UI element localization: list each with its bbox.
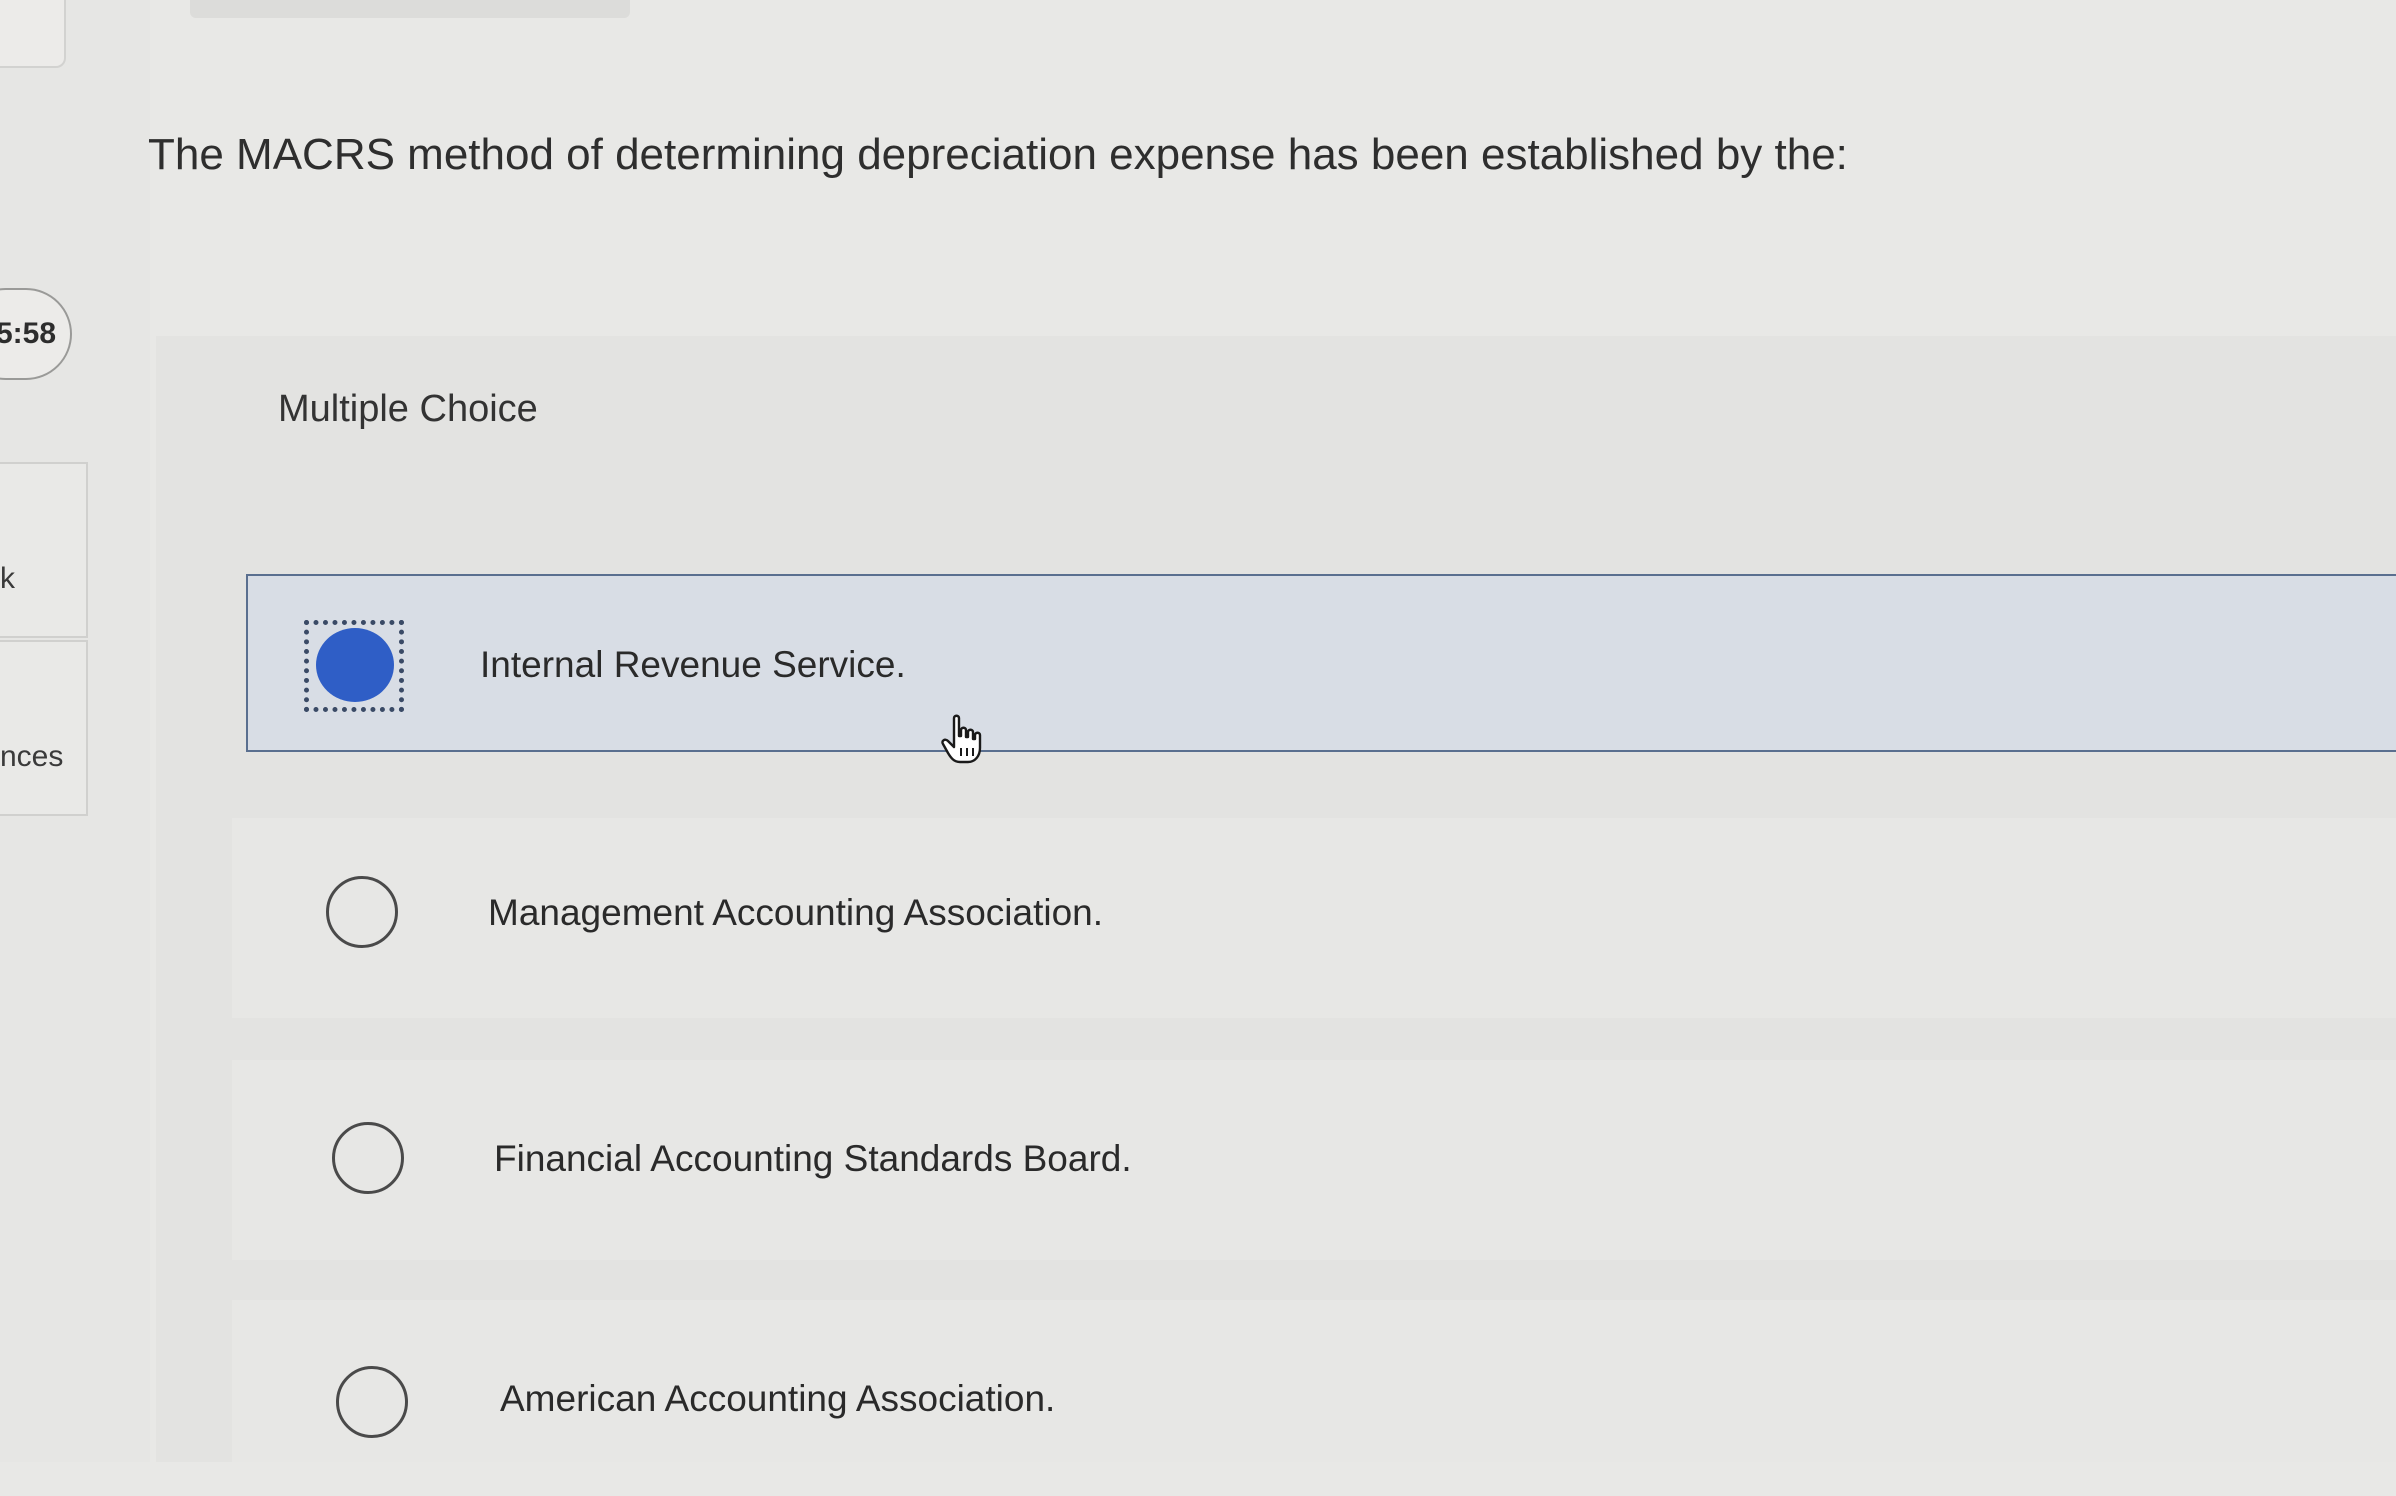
radio-button[interactable]: [336, 1366, 408, 1438]
radio-button[interactable]: [332, 1122, 404, 1194]
top-toolbar-edge: [190, 0, 630, 18]
answer-option-1[interactable]: Internal Revenue Service.: [246, 574, 2396, 752]
sidebar-item-1[interactable]: [0, 462, 88, 638]
sidebar-item-1-label: k: [0, 562, 15, 595]
answer-option-label: Management Accounting Association.: [488, 892, 1103, 933]
sidebar-item-2[interactable]: [0, 640, 88, 816]
answer-option-label: Internal Revenue Service.: [480, 644, 906, 685]
question-type-label: Multiple Choice: [278, 388, 538, 430]
answer-option-3[interactable]: Financial Accounting Standards Board.: [246, 1076, 2396, 1254]
answer-option-4[interactable]: American Accounting Association.: [246, 1318, 2396, 1496]
top-left-tab[interactable]: [0, 0, 66, 68]
hand-pointer-icon: [941, 714, 982, 764]
sidebar-item-2-label: nces: [0, 740, 64, 773]
radio-button[interactable]: [326, 876, 398, 948]
answer-option-label: Financial Accounting Standards Board.: [494, 1138, 1132, 1179]
question-text: The MACRS method of determining deprecia…: [148, 130, 1848, 179]
answer-option-label: American Accounting Association.: [500, 1378, 1056, 1419]
radio-button-selected[interactable]: [316, 628, 394, 702]
answer-option-2[interactable]: Management Accounting Association.: [246, 830, 2396, 1008]
timer-text: 5:58: [0, 317, 56, 350]
